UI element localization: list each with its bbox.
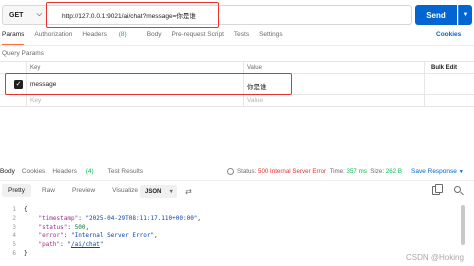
format-label: JSON xyxy=(145,188,162,195)
size-label: Size: xyxy=(370,168,385,175)
param-value-cell[interactable]: 你是谁 xyxy=(247,81,267,91)
table-border xyxy=(0,73,474,74)
tab-response-cookies[interactable]: Cookies xyxy=(22,168,45,175)
table-border xyxy=(26,61,27,106)
watermark: CSDN @Hoking xyxy=(406,253,464,262)
method-select[interactable]: GET ⌵ xyxy=(2,5,46,25)
save-response-label: Save Response xyxy=(411,168,457,175)
divider xyxy=(0,45,474,46)
tab-visualize[interactable]: Visualize xyxy=(106,184,144,197)
wrap-lines-button[interactable]: ⇄ xyxy=(182,185,195,198)
code-line: { xyxy=(24,206,201,215)
tab-body[interactable]: Body xyxy=(147,31,162,43)
divider xyxy=(0,180,474,181)
time-value[interactable]: 357 ms xyxy=(347,168,367,175)
tab-headers-count: (8) xyxy=(118,31,127,38)
request-tabs: Params Authorization Headers (8) Body Pr… xyxy=(2,31,293,43)
json-key: "status" xyxy=(38,223,68,231)
code-line: "timestamp": "2025-04-29T08:11:17.110+00… xyxy=(38,214,202,222)
size-value[interactable]: 262 B xyxy=(386,168,402,175)
line-number: 2 xyxy=(12,214,16,222)
chevron-down-icon: ▼ xyxy=(458,168,464,175)
line-number: 3 xyxy=(12,223,16,231)
status-value[interactable]: 500 Internal Server Error xyxy=(258,168,326,175)
status-info: Status: 500 Internal Server Error Time: … xyxy=(237,168,402,175)
column-header-key: Key xyxy=(30,65,41,71)
path-link[interactable]: /ai/chat xyxy=(71,241,100,248)
line-number: 6 xyxy=(12,249,16,257)
new-key-input[interactable]: Key xyxy=(30,97,41,104)
tab-preview[interactable]: Preview xyxy=(66,184,101,197)
scrollbar[interactable] xyxy=(461,205,465,245)
tab-settings[interactable]: Settings xyxy=(259,31,283,43)
search-icon[interactable] xyxy=(454,186,461,193)
column-header-value: Value xyxy=(247,65,262,71)
code-brace: } xyxy=(24,249,28,257)
tab-raw[interactable]: Raw xyxy=(36,184,61,197)
wrap-icon: ⇄ xyxy=(185,187,192,196)
tab-response-body[interactable]: Body xyxy=(0,168,15,175)
tab-response-headers-count: (4) xyxy=(85,168,94,175)
code-brace: { xyxy=(24,206,28,213)
line-number: 5 xyxy=(12,241,16,249)
new-value-input[interactable]: Value xyxy=(247,97,263,104)
table-border xyxy=(0,61,474,62)
code-line: } xyxy=(24,250,201,259)
param-enabled-checkbox[interactable]: ✓ xyxy=(14,80,23,89)
tab-headers-label: Headers xyxy=(82,31,107,38)
tab-tests[interactable]: Tests xyxy=(234,31,249,43)
globe-icon xyxy=(227,168,234,175)
tab-headers[interactable]: Headers (8) xyxy=(82,31,136,43)
query-params-title: Query Params xyxy=(2,50,44,57)
json-value: 500 xyxy=(74,223,86,231)
line-number: 4 xyxy=(12,232,16,240)
code-line: "error": "Internal Server Error", xyxy=(38,232,158,240)
tab-authorization[interactable]: Authorization xyxy=(34,31,72,43)
send-button[interactable]: Send xyxy=(415,5,457,25)
tab-response-headers[interactable]: Headers (4) xyxy=(52,168,100,175)
response-tabs: Body Cookies Headers (4) Test Results xyxy=(0,168,150,175)
table-border xyxy=(0,106,474,107)
tab-response-headers-label: Headers xyxy=(52,168,77,175)
send-dropdown-button[interactable]: ▼ xyxy=(458,5,472,25)
param-key-cell[interactable]: message xyxy=(30,81,56,88)
chevron-down-icon: ▼ xyxy=(462,12,469,18)
tab-pretty[interactable]: Pretty xyxy=(2,184,31,197)
json-value: "2025-04-29T08:11:17.110+00:00" xyxy=(85,214,198,222)
response-body-code[interactable]: { "timestamp": "2025-04-29T08:11:17.110+… xyxy=(24,206,201,259)
tab-prerequest-script[interactable]: Pre-request Script xyxy=(172,31,224,43)
line-number: 1 xyxy=(12,206,16,213)
tab-params[interactable]: Params xyxy=(2,31,24,43)
bulk-edit-link[interactable]: Bulk Edit xyxy=(431,65,457,71)
url-text: http://127.0.0.1:9021/ai/chat?message=你是… xyxy=(62,13,196,20)
code-line: "status": 500, xyxy=(38,223,90,231)
table-border xyxy=(424,61,425,106)
copy-icon[interactable] xyxy=(432,184,443,195)
json-key: "error" xyxy=(38,232,64,240)
table-border xyxy=(0,94,474,95)
cookies-link[interactable]: Cookies xyxy=(436,31,461,38)
format-select[interactable]: JSON ▼ xyxy=(140,185,177,198)
time-label: Time: xyxy=(329,168,345,175)
view-tabs: Pretty Raw Preview Visualize xyxy=(2,184,149,197)
save-response-button[interactable]: Save Response ▼ xyxy=(411,168,464,175)
json-key: "timestamp" xyxy=(38,214,79,222)
method-label: GET xyxy=(9,11,24,19)
code-line: "path": "/ai/chat" xyxy=(38,241,104,249)
json-value: "Internal Server Error" xyxy=(70,232,155,240)
chevron-down-icon: ⌵ xyxy=(36,11,42,18)
json-key: "path" xyxy=(38,241,61,249)
tab-test-results[interactable]: Test Results xyxy=(108,168,143,175)
url-input[interactable]: http://127.0.0.1:9021/ai/chat?message=你是… xyxy=(46,5,412,25)
line-numbers: 1 2 3 4 5 6 xyxy=(4,206,16,259)
table-border xyxy=(243,61,244,106)
chevron-down-icon: ▼ xyxy=(168,188,174,195)
status-label: Status: xyxy=(237,168,257,175)
